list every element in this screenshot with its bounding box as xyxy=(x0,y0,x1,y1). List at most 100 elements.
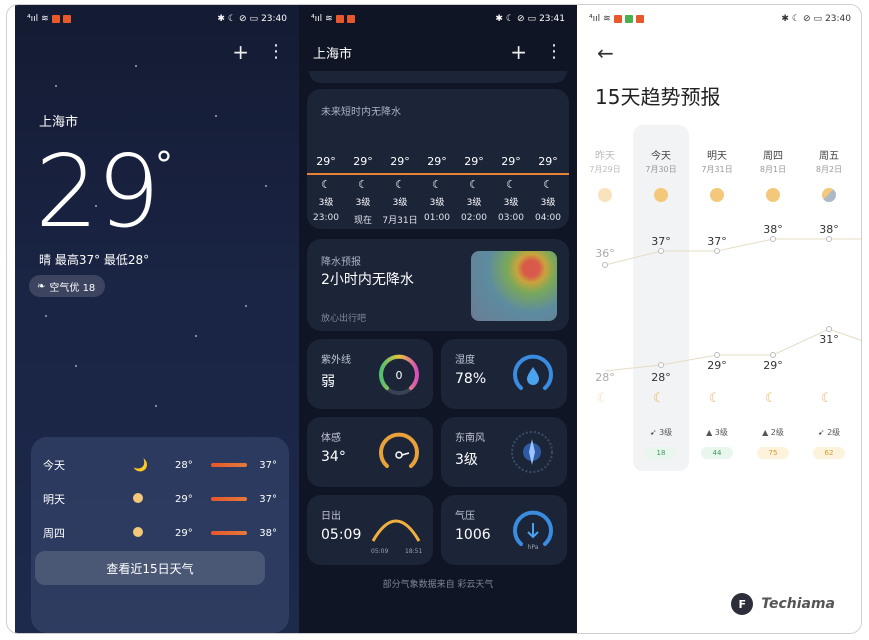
logo-icon: F xyxy=(731,593,754,615)
pressure-unit: hPa xyxy=(528,544,539,551)
wind-tile[interactable]: 东南风 3级 xyxy=(441,417,567,487)
moon-icon: ☾ xyxy=(543,178,553,191)
hourly-forecast-card[interactable]: 未来短时内无降水 29° ☾ 3级 23:00 29° ☾ 3级 现在 29° ☾ 3级 7月31… xyxy=(307,89,569,229)
clock: 23:41 xyxy=(539,14,565,24)
day-date: 8月2日 xyxy=(815,165,843,174)
wind-direction-icon: ➹ xyxy=(649,428,660,437)
wind-label: 3级 xyxy=(714,428,728,437)
hour-wind: 3级 xyxy=(503,198,519,208)
hour-wind: 3级 xyxy=(318,198,334,208)
battery-icon: ▭ xyxy=(813,14,823,24)
high-temp: 38° xyxy=(819,223,839,236)
rain-label: 降水预报 xyxy=(321,257,361,268)
hour-temp: 29° xyxy=(427,155,447,168)
weather-details-panel: ⁴ııl ≋ ✱ ☾ ⊘ ▭ 23:41 上海市 + ⋮ 未来短时内无降水 29° ☾ 3级 2… xyxy=(299,5,577,633)
high-temp: 37° xyxy=(651,235,671,248)
hour-column: 29° ☾ 3级 01:00 xyxy=(418,155,456,223)
app-bar: + ⋮ xyxy=(15,37,299,67)
wind-direction-icon: ▲ xyxy=(706,428,715,437)
low-temp: 29° xyxy=(707,359,727,372)
feels-like-tile[interactable]: 体感 34° xyxy=(307,417,433,487)
tile-value: 05:09 xyxy=(321,527,362,543)
day-date: 7月31日 xyxy=(701,165,733,174)
city-name: 上海市 xyxy=(39,115,79,130)
tile-value: 34° xyxy=(321,449,346,465)
rain-sub: 放心出行吧 xyxy=(321,314,367,324)
status-bar: ⁴ııl ≋ ✱ ☾ ⊘ ▭ 23:40 xyxy=(577,5,861,33)
add-icon[interactable]: + xyxy=(510,42,527,62)
uv-gauge: 0 xyxy=(379,354,419,395)
pressure-gauge: hPa xyxy=(513,510,553,551)
day-column[interactable]: 周五 8月2日 xyxy=(801,147,857,206)
mute-icon: ⊘ xyxy=(239,14,247,24)
feels-like-gauge xyxy=(379,432,419,468)
forecast-row[interactable]: 周四 29° 38° xyxy=(43,523,277,543)
air-quality-chip[interactable]: ❧ 空气优 18 xyxy=(29,275,106,297)
high-temp: 38° xyxy=(763,223,783,236)
notification-icon xyxy=(335,15,344,23)
more-icon[interactable]: ⋮ xyxy=(267,43,285,61)
high-temp: 36° xyxy=(595,247,615,260)
trend-forecast-panel: ⁴ııl ≋ ✱ ☾ ⊘ ▭ 23:40 ← 15天趋势预报 昨天 7月29日 今天 7月30… xyxy=(577,5,861,633)
view-15-day-button[interactable]: 查看近15日天气 xyxy=(35,551,265,585)
rain-map-thumbnail[interactable] xyxy=(471,251,557,321)
mute-icon: ⊘ xyxy=(517,14,525,24)
hour-wind: 3级 xyxy=(429,198,445,208)
low-temp: 28° xyxy=(595,371,615,384)
notification-icon xyxy=(62,15,71,23)
data-source-note: 部分气象数据来自 彩云天气 xyxy=(382,580,494,590)
scrolled-card-edge xyxy=(309,71,567,83)
day-column[interactable]: 明天 7月31日 xyxy=(689,147,745,206)
forecast-low: 28° xyxy=(175,459,193,471)
wind-direction-icon: ▲ xyxy=(762,428,771,437)
low-temp: 28° xyxy=(651,371,671,384)
page-title: 15天趋势预报 xyxy=(595,85,721,109)
humidity-gauge xyxy=(513,354,553,390)
sunset-time: 18:51 xyxy=(405,548,422,555)
moon-icon: ☾ xyxy=(395,178,405,191)
hour-column: 29° ☾ 3级 现在 xyxy=(344,155,382,226)
hour-column: 29° ☾ 3级 7月31日 xyxy=(381,155,419,226)
sun-icon xyxy=(133,526,175,540)
uv-tile[interactable]: 紫外线弱 0 xyxy=(307,339,433,409)
bluetooth-icon: ✱ xyxy=(495,14,503,24)
moon-icon: ☾ xyxy=(709,391,721,406)
rain-main: 2小时内无降水 xyxy=(321,272,414,288)
moon-icon: ☾ xyxy=(358,178,368,191)
wind-level: ➹ 3级 xyxy=(633,427,689,438)
back-arrow-icon[interactable]: ← xyxy=(597,41,614,65)
wind-level: ▲ 2级 xyxy=(745,427,801,438)
tile-label: 东南风 xyxy=(455,433,485,444)
forecast-day: 明天 xyxy=(43,493,65,506)
day-column[interactable]: 周四 8月1日 xyxy=(745,147,801,206)
clock: 23:40 xyxy=(261,14,287,24)
wind-level: ▲ 3级 xyxy=(689,427,745,438)
hour-label: 03:00 xyxy=(498,213,524,223)
day-date: 7月30日 xyxy=(645,165,677,174)
hour-temp: 29° xyxy=(538,155,558,168)
hour-label: 现在 xyxy=(353,216,372,226)
hour-temp: 29° xyxy=(353,155,373,168)
notification-icon xyxy=(51,15,60,23)
battery-icon: ▭ xyxy=(249,14,259,24)
day-date: 7月29日 xyxy=(589,165,621,174)
sunrise-tile[interactable]: 日出 05:09 05:09 18:51 xyxy=(307,495,433,565)
sun-icon xyxy=(710,188,724,202)
tile-label: 湿度 xyxy=(455,355,475,366)
day-column[interactable]: 昨天 7月29日 xyxy=(577,147,633,206)
hour-temp: 29° xyxy=(390,155,410,168)
add-icon[interactable]: + xyxy=(232,42,249,62)
forecast-row[interactable]: 明天 29° 37° xyxy=(43,489,277,509)
more-icon[interactable]: ⋮ xyxy=(545,43,563,61)
air-quality-label: 空气优 18 xyxy=(49,282,96,294)
humidity-tile[interactable]: 湿度 78% xyxy=(441,339,567,409)
pressure-tile[interactable]: 气压 1006 hPa xyxy=(441,495,567,565)
day-column[interactable]: 今天 7月30日 xyxy=(633,147,689,206)
hour-temp: 29° xyxy=(501,155,521,168)
forecast-row[interactable]: 今天 🌙 28° 37° xyxy=(43,455,277,475)
tile-label: 气压 xyxy=(455,511,475,522)
notification-icon xyxy=(346,15,355,23)
notification-icon xyxy=(624,15,633,23)
rain-forecast-card[interactable]: 降水预报 2小时内无降水 放心出行吧 xyxy=(307,239,569,331)
day-date: 8月1日 xyxy=(759,165,787,174)
